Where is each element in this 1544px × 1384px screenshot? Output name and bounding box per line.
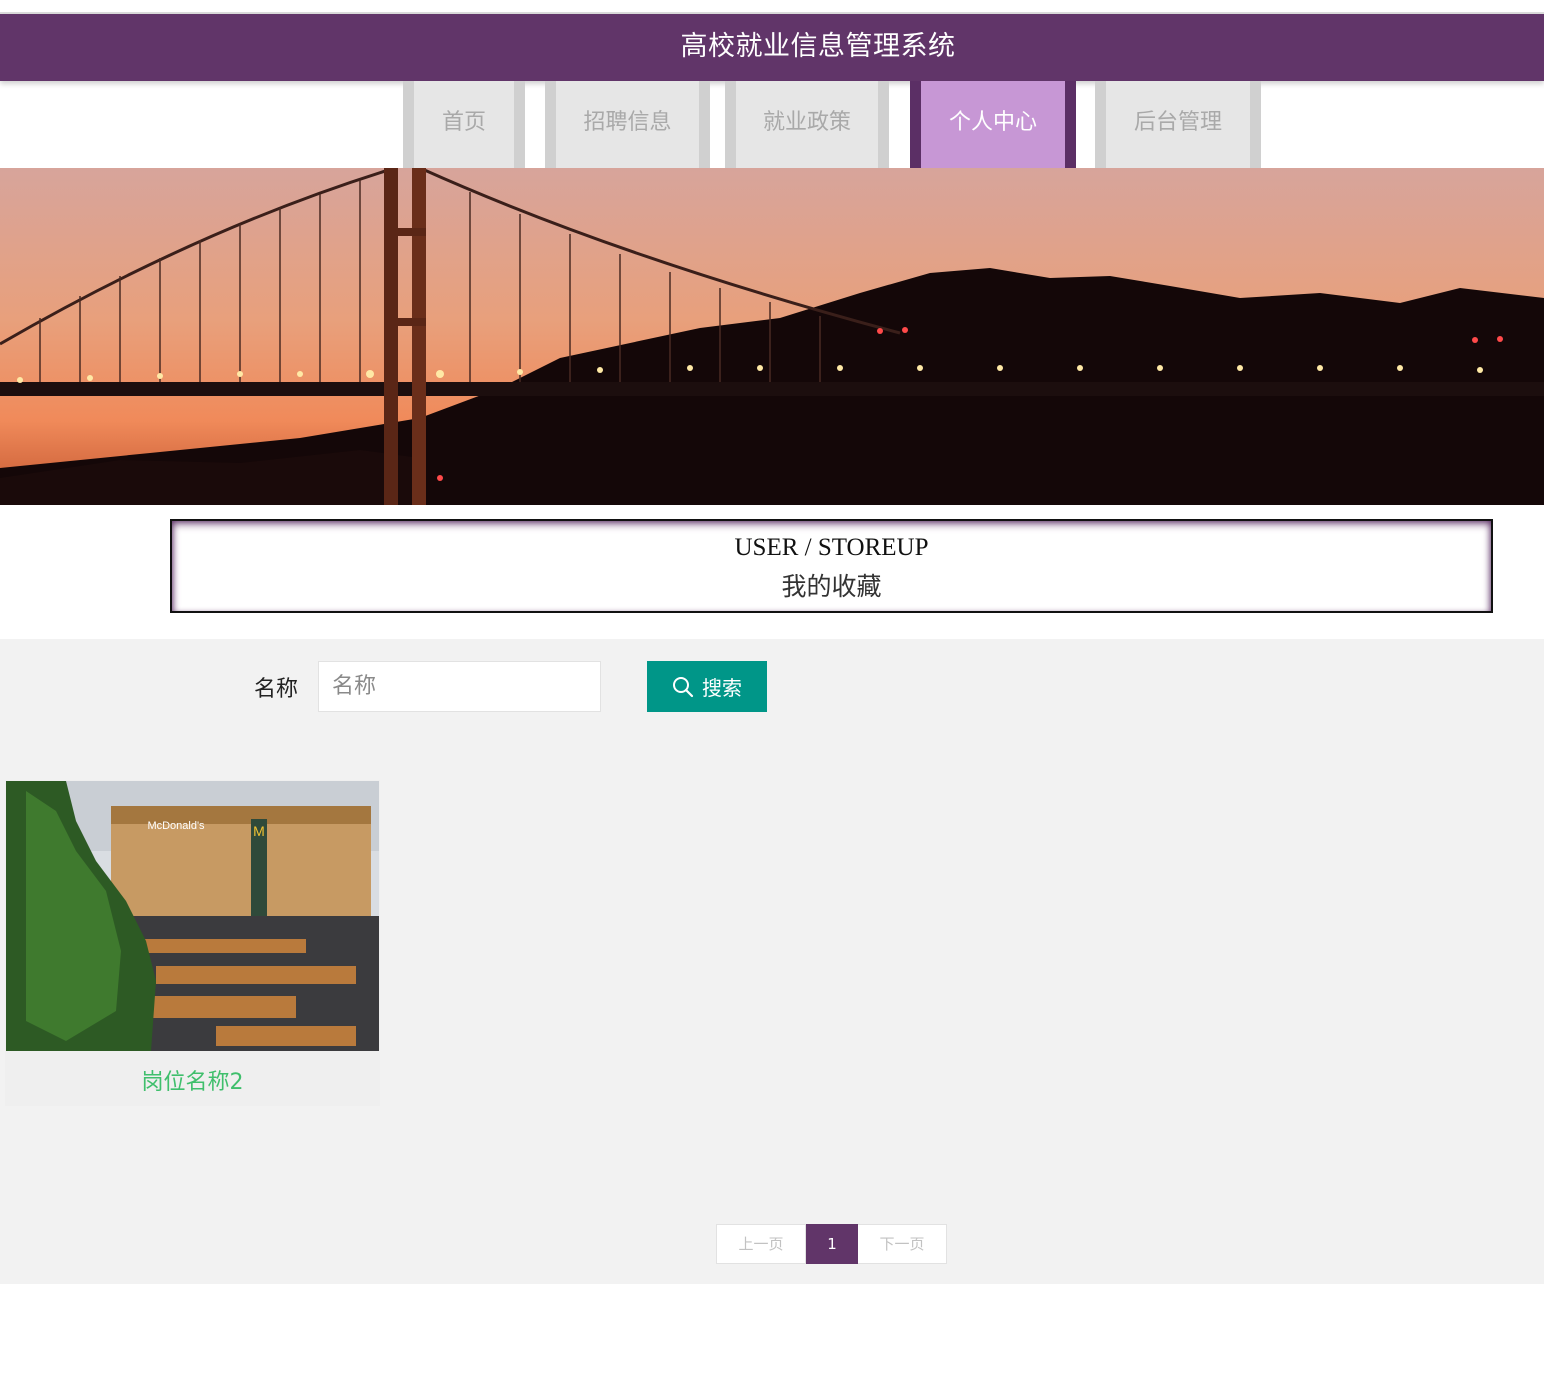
search-button-label: 搜索: [702, 676, 742, 700]
nav-tab-policy[interactable]: 就业政策: [725, 81, 889, 168]
nav-tab-personal-center[interactable]: 个人中心: [910, 81, 1076, 168]
list-item[interactable]: M McDonald's 岗位名称2: [5, 780, 380, 1106]
item-image: M McDonald's: [6, 781, 379, 1051]
item-title: 岗位名称2: [141, 1070, 244, 1095]
svg-text:McDonald's: McDonald's: [147, 820, 205, 832]
search-icon: [673, 676, 694, 697]
content-area: 名称 搜索 M McDonald's: [0, 639, 1544, 1284]
nav-tab-jobs[interactable]: 招聘信息: [545, 81, 710, 168]
pagination: 上一页 1 下一页: [716, 1224, 947, 1264]
search-button[interactable]: 搜索: [647, 661, 767, 712]
svg-text:M: M: [253, 823, 265, 839]
search-input[interactable]: [318, 661, 601, 712]
prev-page-button[interactable]: 上一页: [716, 1224, 806, 1264]
search-label: 名称: [254, 677, 299, 702]
site-header: 高校就业信息管理系统: [0, 14, 1544, 81]
site-title: 高校就业信息管理系统: [680, 31, 956, 62]
page-title-cn: 我的收藏: [781, 572, 882, 601]
banner-image: [0, 168, 1544, 505]
nav-tab-home[interactable]: 首页: [403, 81, 525, 168]
page-number-button[interactable]: 1: [806, 1224, 858, 1264]
page-title-en: USER / STOREUP: [734, 534, 929, 561]
next-page-button[interactable]: 下一页: [858, 1224, 947, 1264]
nav-tab-admin[interactable]: 后台管理: [1095, 81, 1261, 168]
page-title-box: USER / STOREUP 我的收藏: [170, 519, 1493, 613]
